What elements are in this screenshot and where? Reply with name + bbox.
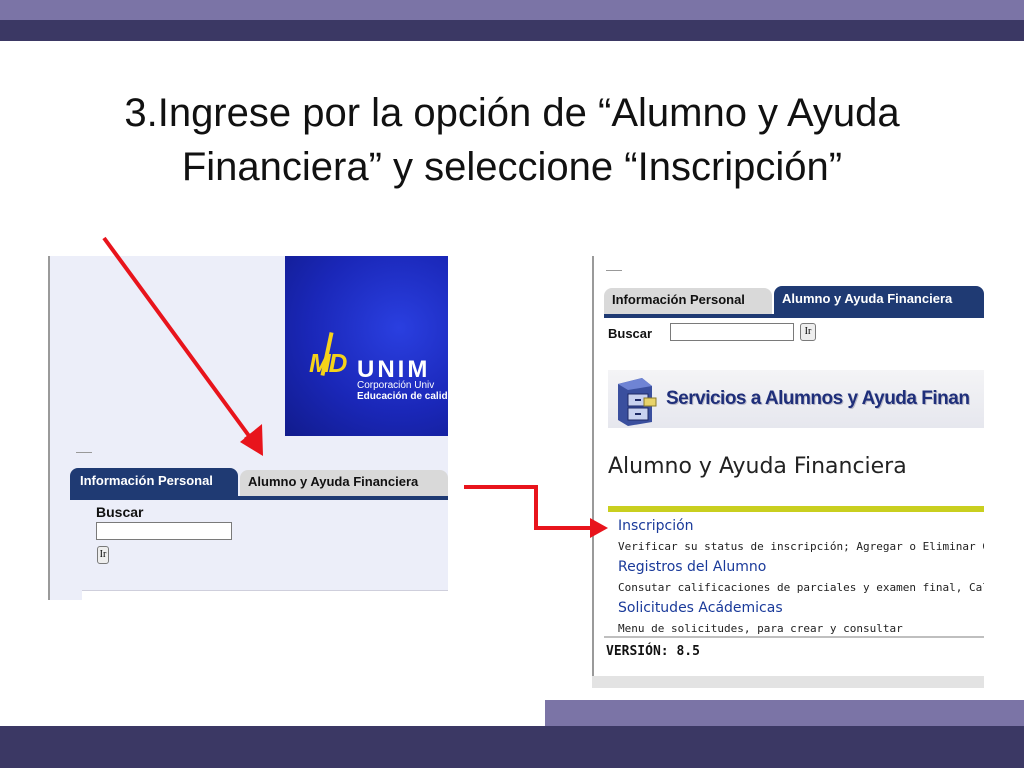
left-tab-bar: Información Personal Alumno y Ayuda Fina…	[70, 468, 448, 498]
go-button[interactable]: Ir	[97, 546, 109, 564]
services-banner: Servicios a Alumnos y Ayuda Finan	[608, 370, 984, 428]
divider-tick	[606, 270, 622, 271]
arrow-icon	[464, 485, 608, 538]
tab-informacion-personal[interactable]: Información Personal	[604, 288, 772, 314]
menu-desc-inscripcion: Verificar su status de inscripción; Agre…	[618, 540, 984, 553]
slide-title: 3.Ingrese por la opción de “Alumno y Ayu…	[40, 86, 984, 194]
menu-link-registros[interactable]: Registros del Alumno	[618, 559, 766, 575]
menu-link-inscripcion[interactable]: Inscripción	[618, 518, 694, 534]
menu-desc-registros: Consutar calificaciones de parciales y e…	[618, 581, 984, 594]
search-input[interactable]	[670, 323, 794, 341]
bottom-band-light	[545, 700, 1024, 726]
file-cabinet-icon	[618, 378, 657, 426]
tab-informacion-personal[interactable]: Información Personal	[70, 468, 238, 496]
logo-subtitle-1: Corporación Univ	[357, 380, 435, 391]
screenshot-edge	[592, 256, 594, 688]
page-heading: Alumno y Ayuda Financiera	[608, 454, 907, 479]
title-line-2: Financiera” y seleccione “Inscripción”	[181, 145, 843, 189]
university-banner: MD UNIM Corporación Univ Educación de ca…	[285, 256, 448, 436]
menu-link-solicitudes[interactable]: Solicitudes Acádemicas	[618, 600, 783, 616]
tab-alumno-ayuda-financiera[interactable]: Alumno y Ayuda Financiera	[774, 286, 984, 314]
page-bottom	[592, 676, 984, 688]
screenshot-edge	[48, 256, 50, 600]
footer-rule	[604, 636, 984, 638]
top-band-dark	[0, 20, 1024, 41]
go-button[interactable]: Ir	[800, 323, 816, 341]
search-label: Buscar	[96, 504, 144, 520]
search-label: Buscar	[608, 326, 653, 341]
tab-underline	[604, 314, 984, 318]
heading-rule	[608, 506, 984, 512]
version-label: VERSIÓN: 8.5	[606, 644, 700, 659]
bottom-band-dark	[0, 726, 1024, 768]
divider-tick	[76, 452, 92, 453]
tab-underline	[70, 496, 448, 500]
tab-alumno-ayuda-financiera[interactable]: Alumno y Ayuda Financiera	[240, 470, 448, 496]
left-screenshot: MD UNIM Corporación Univ Educación de ca…	[48, 256, 448, 600]
content-area	[82, 590, 448, 600]
logo-mark: MD	[309, 348, 347, 378]
menu-desc-solicitudes: Menu de solicitudes, para crear y consul…	[618, 622, 903, 635]
services-title: Servicios a Alumnos y Ayuda Finan	[666, 388, 970, 409]
logo-subtitle-2: Educación de calid	[357, 391, 448, 402]
title-line-1: 3.Ingrese por la opción de “Alumno y Ayu…	[124, 91, 900, 135]
right-screenshot: Información Personal Alumno y Ayuda Fina…	[592, 256, 984, 688]
search-input[interactable]	[96, 522, 232, 540]
top-band-light	[0, 0, 1024, 20]
